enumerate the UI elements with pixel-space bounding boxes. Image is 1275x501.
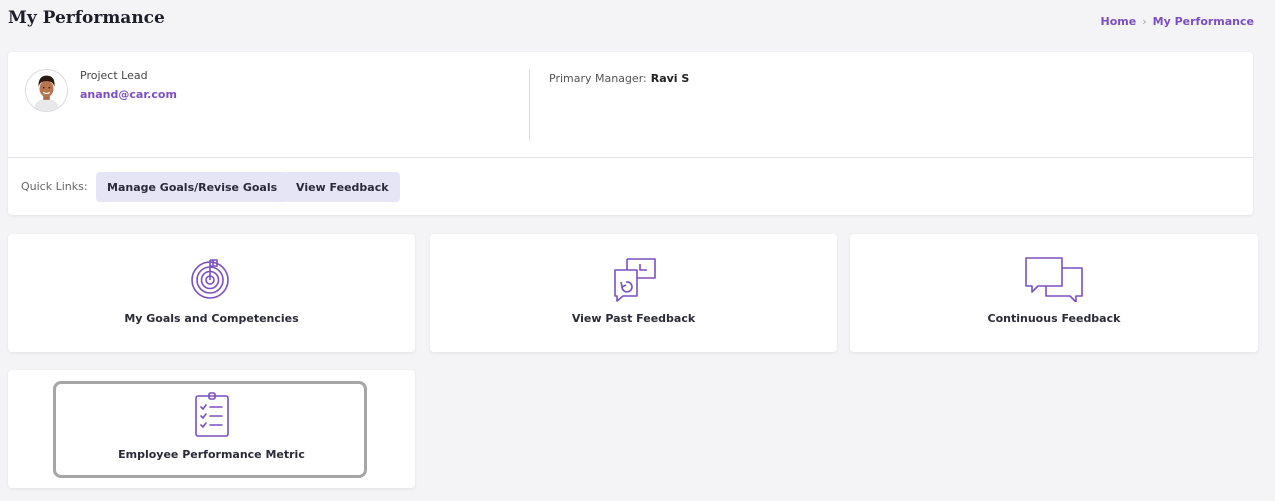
manager-name: Ravi S	[650, 72, 690, 85]
chat-bubbles-icon	[1025, 257, 1083, 302]
tile-label: Continuous Feedback	[987, 312, 1121, 325]
target-icon	[190, 259, 229, 299]
tile-continuous-feedback[interactable]: Continuous Feedback	[850, 234, 1258, 352]
tile-view-past-feedback[interactable]: View Past Feedback	[430, 234, 837, 352]
my-performance-page: My Performance Home › My Performance Pro…	[0, 0, 1275, 501]
tile-label: My Goals and Competencies	[124, 312, 299, 325]
tile-label: Employee Performance Metric	[118, 448, 305, 461]
breadcrumb: Home › My Performance	[1101, 15, 1254, 28]
user-role: Project Lead	[80, 69, 148, 82]
user-avatar-icon	[26, 70, 67, 111]
primary-manager: Primary Manager: Ravi S	[549, 72, 689, 85]
breadcrumb-separator: ›	[1142, 15, 1147, 28]
view-feedback-button[interactable]: View Feedback	[285, 172, 400, 202]
profile-card: Project Lead anand@car.com Primary Manag…	[8, 52, 1253, 215]
feedback-history-icon	[613, 258, 656, 302]
user-email-link[interactable]: anand@car.com	[80, 88, 177, 101]
horizontal-divider	[8, 157, 1253, 158]
user-avatar	[25, 69, 68, 112]
page-title: My Performance	[8, 8, 165, 28]
quick-links-label: Quick Links:	[21, 180, 88, 193]
tile-my-goals[interactable]: My Goals and Competencies	[8, 234, 415, 352]
vertical-divider	[529, 69, 530, 141]
breadcrumb-home[interactable]: Home	[1101, 15, 1137, 28]
clipboard-checklist-icon	[194, 392, 229, 437]
breadcrumb-current: My Performance	[1152, 15, 1254, 28]
tile-label: View Past Feedback	[571, 312, 696, 325]
tile-employee-performance-metric[interactable]: Employee Performance Metric	[8, 370, 415, 488]
manager-label: Primary Manager:	[549, 72, 647, 85]
manage-goals-button[interactable]: Manage Goals/Revise Goals	[96, 172, 289, 202]
